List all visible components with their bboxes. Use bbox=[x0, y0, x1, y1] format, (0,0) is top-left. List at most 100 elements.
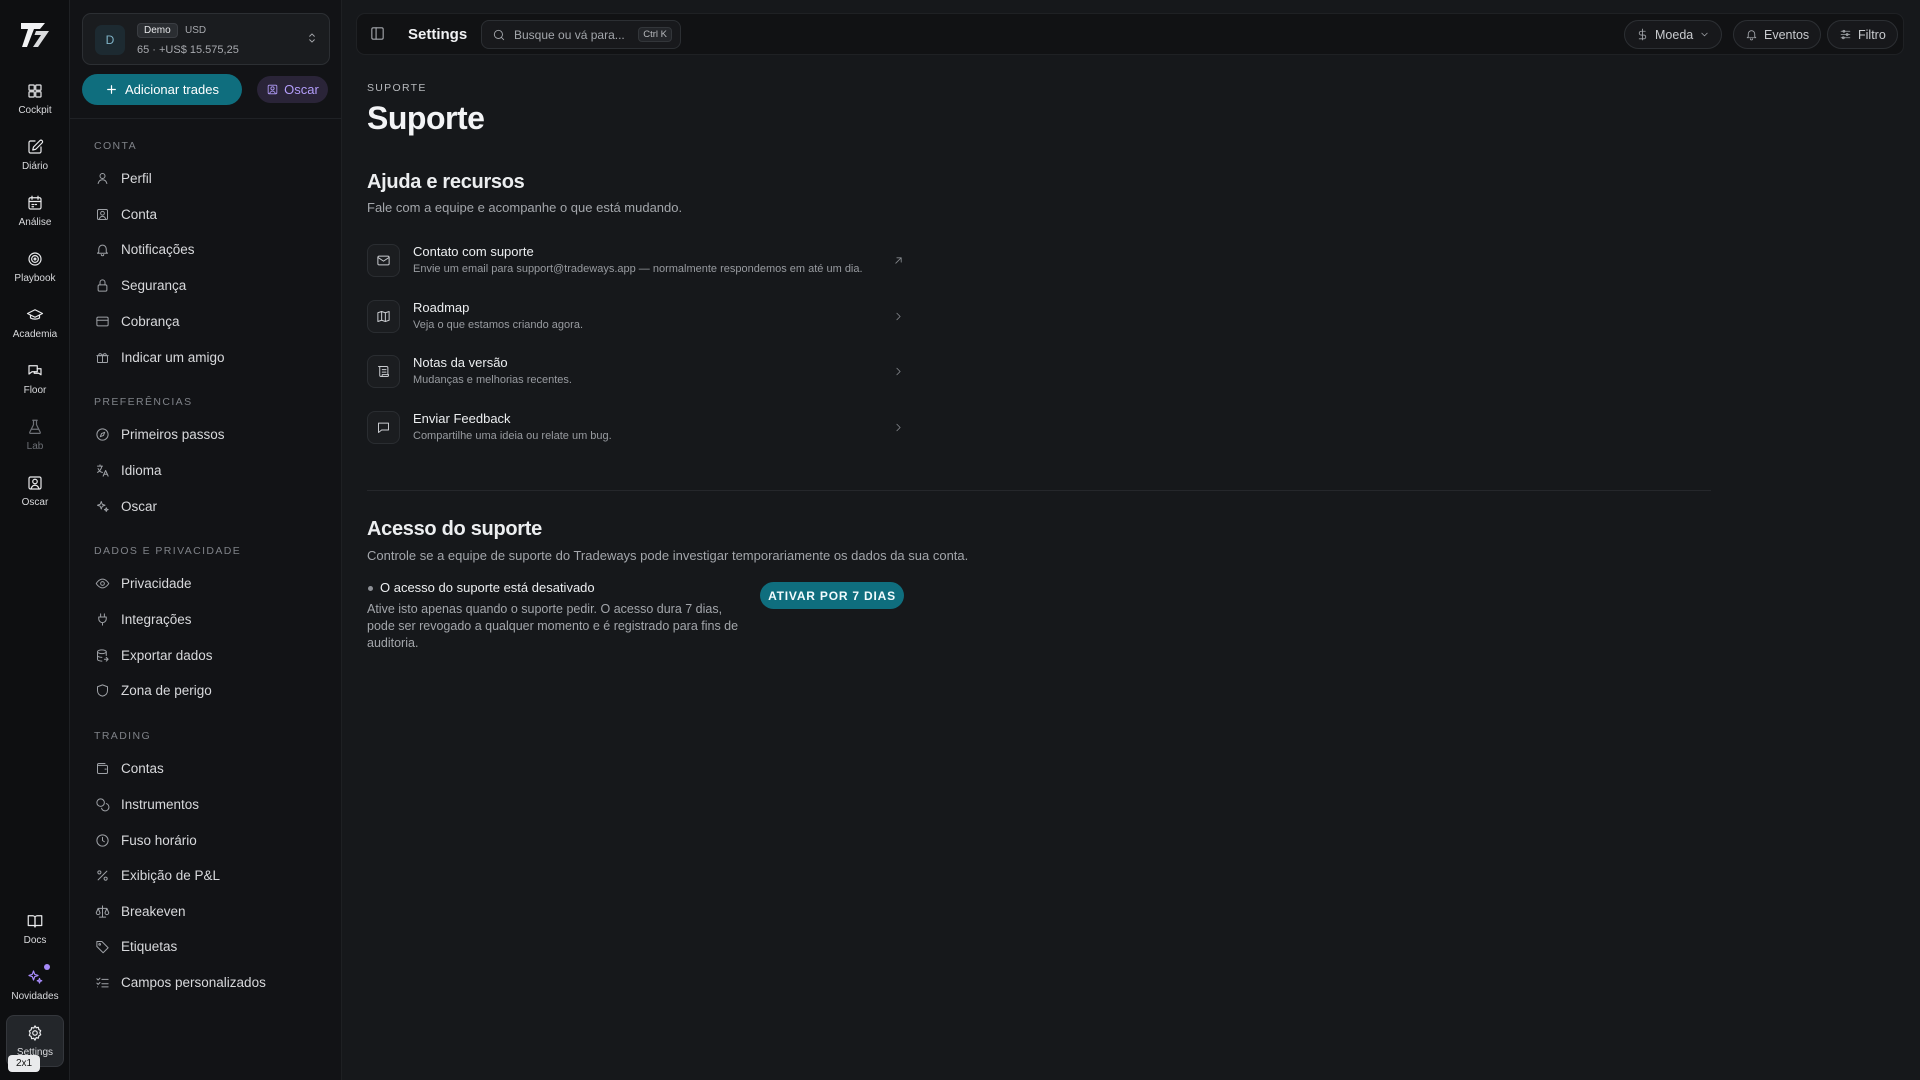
compass-icon bbox=[96, 427, 109, 441]
plug-icon bbox=[98, 612, 107, 626]
sidebar-item-oscar[interactable]: Oscar bbox=[86, 491, 326, 521]
page-heading: Suporte bbox=[367, 100, 485, 136]
sidebar-item-label: Segurança bbox=[121, 277, 187, 293]
bell-icon bbox=[1746, 30, 1757, 41]
rail-item-academia[interactable]: Academia bbox=[6, 297, 64, 349]
sidebar-item-fuso[interactable]: Fuso horário bbox=[86, 825, 326, 855]
filter-button[interactable]: Filtro bbox=[1827, 20, 1898, 49]
oscar-button[interactable]: Oscar bbox=[257, 76, 328, 103]
support-contact-link[interactable]: Contato com suporte Envie um email para … bbox=[367, 239, 905, 283]
rail-label: Cockpit bbox=[18, 105, 52, 116]
version-chip: 2x1 bbox=[8, 1055, 41, 1072]
rail-item-oscar[interactable]: Oscar bbox=[6, 465, 64, 517]
rail-item-analise[interactable]: Análise bbox=[6, 185, 64, 237]
sidebar-item-label: Fuso horário bbox=[121, 832, 197, 848]
chevron-right-icon bbox=[892, 365, 905, 378]
sidebar-item-breakeven[interactable]: Breakeven bbox=[86, 896, 326, 926]
section-heading-preferencias: PREFERÊNCIAS bbox=[94, 396, 193, 408]
gear-icon bbox=[28, 1025, 42, 1041]
rail-item-floor[interactable]: Floor bbox=[6, 353, 64, 405]
chevron-down-icon bbox=[1701, 32, 1708, 37]
sidebar-item-exportar[interactable]: Exportar dados bbox=[86, 640, 326, 670]
support-access-status-description: Ative isto apenas quando o suporte pedir… bbox=[367, 602, 739, 650]
sidebar-item-conta[interactable]: Conta bbox=[86, 199, 326, 229]
add-trades-button[interactable]: Adicionar trades bbox=[82, 74, 242, 105]
sidebar-item-exibicao-pl[interactable]: Exibição de P&L bbox=[86, 860, 326, 890]
sidebar-item-label: Privacidade bbox=[121, 575, 192, 591]
sidebar-item-etiquetas[interactable]: Etiquetas bbox=[86, 931, 326, 961]
chevron-right-icon bbox=[892, 421, 905, 434]
sidebar-item-cobranca[interactable]: Cobrança bbox=[86, 306, 326, 336]
sidebar-item-label: Instrumentos bbox=[121, 796, 200, 812]
sidebar-item-primeiros-passos[interactable]: Primeiros passos bbox=[86, 419, 326, 449]
scale-icon bbox=[95, 904, 110, 918]
account-currency: USD bbox=[185, 25, 207, 36]
rail-item-diario[interactable]: Diário bbox=[6, 129, 64, 181]
section-heading-trading: TRADING bbox=[94, 730, 152, 742]
rail-label: Oscar bbox=[21, 497, 49, 508]
events-button[interactable]: Eventos bbox=[1733, 20, 1822, 49]
sidebar-item-zona-perigo[interactable]: Zona de perigo bbox=[86, 675, 326, 705]
percent-icon bbox=[97, 869, 108, 881]
sidebar-item-instrumentos[interactable]: Instrumentos bbox=[86, 789, 326, 819]
rail-item-novidades[interactable]: Novidades bbox=[6, 959, 64, 1011]
bell-icon bbox=[97, 244, 108, 256]
sidebar-item-label: Integrações bbox=[121, 611, 192, 627]
rail-item-cockpit[interactable]: Cockpit bbox=[6, 73, 64, 125]
panel-toggle-icon[interactable] bbox=[369, 25, 386, 42]
sidebar-item-label: Campos personalizados bbox=[121, 974, 266, 990]
calendar-icon bbox=[28, 195, 42, 210]
resource-subtitle: Mudanças e melhorias recentes. bbox=[413, 374, 572, 386]
sidebar-item-label: Indicar um amigo bbox=[121, 349, 225, 365]
sliders-icon bbox=[1840, 29, 1851, 40]
list-checks-icon bbox=[96, 977, 109, 987]
lock-icon bbox=[97, 278, 108, 292]
rail-item-docs[interactable]: Docs bbox=[6, 903, 64, 955]
sidebar-item-notificacoes[interactable]: Notificações bbox=[86, 234, 326, 264]
activate-support-access-button[interactable]: ATIVAR POR 7 DIAS bbox=[760, 582, 904, 609]
support-access-status: O acesso do suporte está desativado bbox=[380, 580, 595, 595]
shield-icon bbox=[97, 683, 108, 697]
languages-icon bbox=[97, 463, 109, 477]
rail-label: Análise bbox=[18, 217, 52, 228]
search-input[interactable]: Busque ou vá para... Ctrl K bbox=[481, 20, 681, 49]
sidebar-item-seguranca[interactable]: Segurança bbox=[86, 270, 326, 300]
wallet-icon bbox=[97, 762, 108, 774]
rail-label: Novidades bbox=[11, 991, 59, 1002]
sidebar-item-integracoes[interactable]: Integrações bbox=[86, 604, 326, 634]
page-title: Settings bbox=[408, 26, 468, 43]
filter-label: Filtro bbox=[1858, 27, 1886, 42]
app-logo-icon[interactable] bbox=[18, 18, 52, 52]
roadmap-link[interactable]: Roadmap Veja o que estamos criando agora… bbox=[367, 295, 905, 339]
resource-title: Contato com suporte bbox=[413, 244, 534, 259]
divider bbox=[367, 490, 1711, 491]
tag-icon bbox=[96, 940, 109, 953]
user-square-icon bbox=[267, 84, 278, 95]
currency-dropdown[interactable]: Moeda bbox=[1624, 20, 1723, 49]
send-feedback-link[interactable]: Enviar Feedback Compartilhe uma ideia ou… bbox=[367, 406, 905, 450]
clock-icon bbox=[96, 833, 109, 847]
journal-icon bbox=[28, 139, 44, 154]
release-notes-link[interactable]: Notas da versão Mudanças e melhorias rec… bbox=[367, 350, 905, 394]
sidebar-item-label: Oscar bbox=[121, 498, 158, 514]
external-link-icon bbox=[892, 254, 905, 267]
help-heading: Ajuda e recursos bbox=[367, 171, 525, 193]
user-square-icon bbox=[97, 208, 108, 220]
user-icon bbox=[97, 172, 108, 184]
section-heading-conta: CONTA bbox=[94, 140, 137, 152]
rail-label: Academia bbox=[12, 329, 58, 340]
support-access-heading: Acesso do suporte bbox=[367, 518, 542, 540]
rail-item-lab[interactable]: Lab bbox=[6, 409, 64, 461]
sidebar-item-idioma[interactable]: Idioma bbox=[86, 455, 326, 485]
sidebar-item-label: Exportar dados bbox=[121, 647, 213, 663]
account-switcher[interactable]: D Demo USD 65 · +US$ 15.575,25 bbox=[82, 13, 330, 65]
sidebar-item-indicar[interactable]: Indicar um amigo bbox=[86, 342, 326, 372]
help-description: Fale com a equipe e acompanhe o que está… bbox=[367, 200, 683, 215]
sidebar-item-contas[interactable]: Contas bbox=[86, 753, 326, 783]
rail-label: Playbook bbox=[14, 273, 56, 284]
sidebar-item-perfil[interactable]: Perfil bbox=[86, 163, 326, 193]
chevron-up-down-icon bbox=[309, 33, 315, 43]
rail-item-playbook[interactable]: Playbook bbox=[6, 241, 64, 293]
sidebar-item-privacidade[interactable]: Privacidade bbox=[86, 568, 326, 598]
sidebar-item-campos[interactable]: Campos personalizados bbox=[86, 967, 326, 997]
